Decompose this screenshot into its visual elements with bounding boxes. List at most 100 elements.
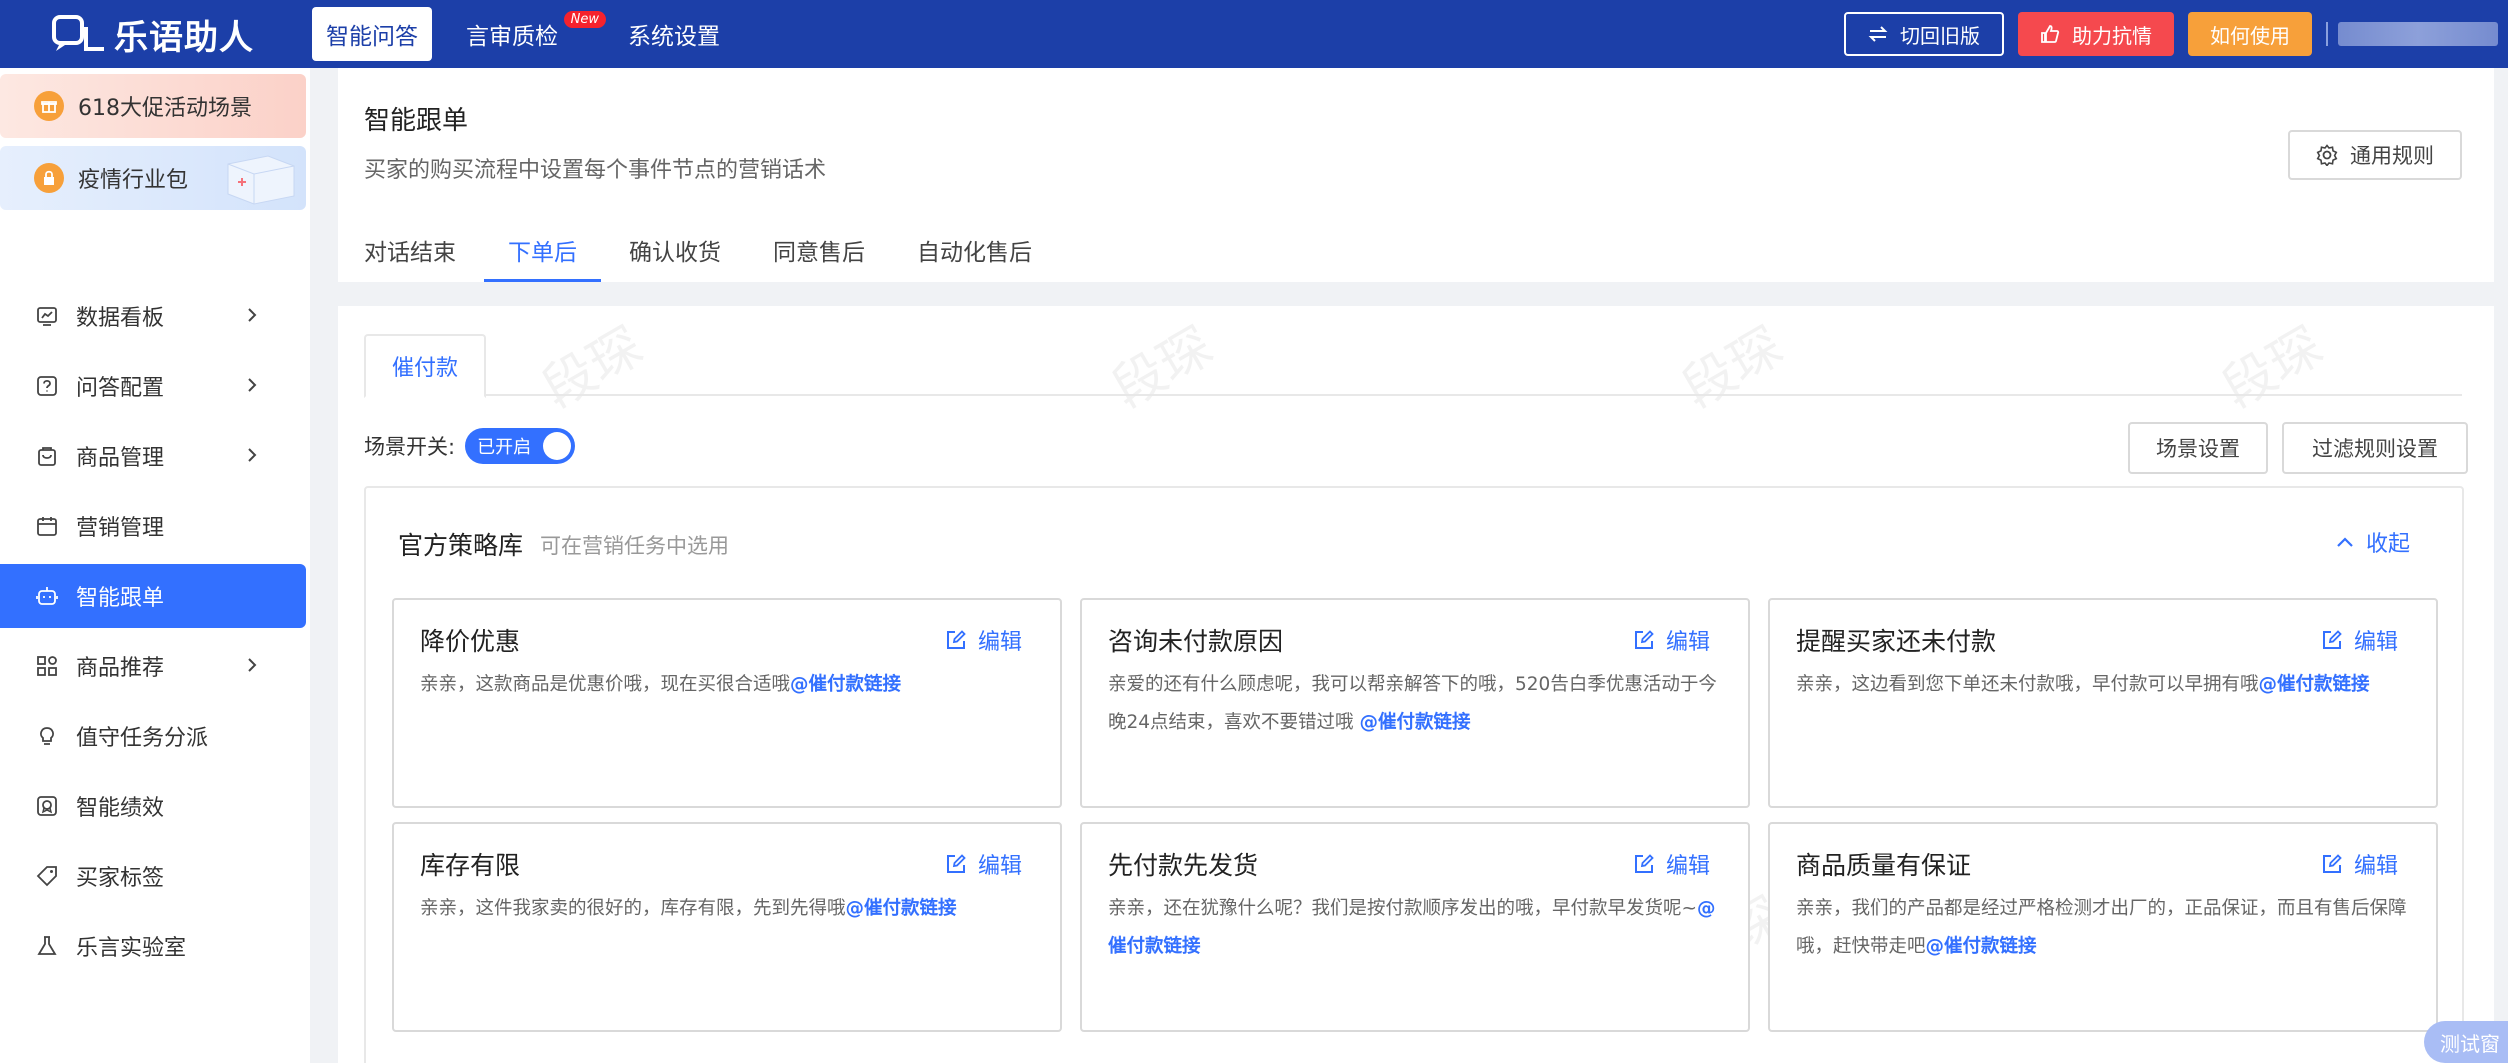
card-title: 库存有限 (420, 851, 521, 880)
payment-link[interactable]: @催付款链接 (846, 898, 957, 919)
sidebar-item-task-dispatch[interactable]: 值守任务分派 (0, 704, 306, 768)
sidebar-item-smart-follow[interactable]: 智能跟单 (0, 564, 306, 628)
card-title: 咨询未付款原因 (1108, 627, 1284, 656)
question-icon (37, 376, 57, 396)
chevron-right-icon (248, 658, 257, 672)
sidebar-item-dashboard[interactable]: 数据看板 (0, 284, 306, 348)
subtab-payment-reminder[interactable]: 催付款 (364, 334, 486, 398)
sidebar-item-lab[interactable]: 乐言实验室 (0, 914, 306, 978)
chevron-up-icon (2337, 537, 2353, 547)
collapse-label: 收起 (2365, 532, 2410, 557)
sidebar-item-label: 数据看板 (76, 306, 165, 331)
scene-settings-button[interactable]: 场景设置 (2128, 422, 2268, 474)
card-text: 亲亲，这款商品是优惠价哦，现在买很合适哦@催付款链接 (420, 666, 1036, 704)
card-text: 亲爱的还有什么顾虑呢，我可以帮亲解答下的哦，520告白季优惠活动于今晚24点结束… (1108, 666, 1724, 742)
tab-confirm-receipt[interactable]: 确认收货 (629, 218, 721, 282)
switch-old-version-button[interactable]: 切回旧版 (1844, 12, 2004, 56)
header-card: 智能跟单 买家的购买流程中设置每个事件节点的营销话术 通用规则 对话结束 下单后… (338, 68, 2494, 282)
card-title: 先付款先发货 (1108, 851, 1259, 880)
edit-button[interactable]: 编辑 (2322, 624, 2398, 656)
strategy-library: 官方策略库 可在营销任务中选用 收起 降价优惠 编辑 亲亲，这款商品是优惠价哦，… (364, 486, 2464, 1063)
top-bar: 乐语助人 智能问答 言审质检 New 系统设置 切回旧版 助力抗情 如何使用 (0, 0, 2508, 68)
edit-button[interactable]: 编辑 (946, 848, 1022, 880)
card-message: 亲亲，这边看到您下单还未付款哦，早付款可以早拥有哦 (1796, 674, 2259, 695)
edit-icon (2322, 630, 2342, 649)
library-title: 官方策略库 (398, 531, 524, 560)
chevron-right-icon (248, 448, 257, 462)
sidebar-item-performance[interactable]: 智能绩效 (0, 774, 306, 838)
edit-icon (1634, 630, 1654, 649)
tab-after-order[interactable]: 下单后 (484, 218, 601, 282)
topnav-label: 系统设置 (628, 24, 720, 50)
sidebar-item-label: 问答配置 (76, 376, 165, 401)
sidebar-item-recommend[interactable]: 商品推荐 (0, 634, 306, 698)
sidebar-item-label: 智能跟单 (76, 586, 165, 611)
payment-link[interactable]: @催付款链接 (1359, 712, 1470, 733)
strategy-card: 商品质量有保证 编辑 亲亲，我们的产品都是经过严格检测才出厂的，正品保证，而且有… (1768, 822, 2438, 1032)
user-account-blurred[interactable] (2338, 22, 2498, 46)
content-card: 段琛 段琛 段琛 段琛 段琛 段琛 段琛 催付款 场景开关: 已开启 场景设置 … (338, 306, 2494, 1063)
lock-icon (34, 163, 64, 193)
edit-button[interactable]: 编辑 (1634, 848, 1710, 880)
logo-text: 乐语助人 (114, 17, 254, 58)
strategy-card: 提醒买家还未付款 编辑 亲亲，这边看到您下单还未付款哦，早付款可以早拥有哦@催付… (1768, 598, 2438, 808)
chevron-right-icon (248, 308, 257, 322)
payment-link[interactable]: @催付款链接 (1926, 936, 2037, 957)
card-message: 亲亲，这件我家卖的很好的，库存有限，先到先得哦 (420, 898, 846, 919)
sidebar-item-buyer-tags[interactable]: 买家标签 (0, 844, 306, 908)
grid-icon (37, 656, 57, 676)
sidebar-item-label: 商品推荐 (76, 656, 165, 681)
edit-label: 编辑 (2353, 854, 2398, 879)
robot-icon (36, 587, 58, 605)
edit-button[interactable]: 编辑 (1634, 624, 1710, 656)
strategy-card: 库存有限 编辑 亲亲，这件我家卖的很好的，库存有限，先到先得哦@催付款链接 (392, 822, 1062, 1032)
filter-rules-button[interactable]: 过滤规则设置 (2282, 422, 2468, 474)
tab-conversation-end[interactable]: 对话结束 (364, 218, 456, 282)
medical-box-icon (227, 155, 295, 205)
edit-button[interactable]: 编辑 (946, 624, 1022, 656)
sidebar-item-product-mgmt[interactable]: 商品管理 (0, 424, 306, 488)
tab-agree-aftersale[interactable]: 同意售后 (773, 218, 865, 282)
logo[interactable]: 乐语助人 (52, 10, 302, 59)
strategy-card: 降价优惠 编辑 亲亲，这款商品是优惠价哦，现在买很合适哦@催付款链接 (392, 598, 1062, 808)
topnav-label: 言审质检 (466, 24, 558, 50)
support-button[interactable]: 助力抗情 (2018, 12, 2174, 56)
sidebar-item-label: 商品管理 (76, 446, 165, 471)
collapse-button[interactable]: 收起 (2336, 526, 2410, 558)
how-to-use-label: 如何使用 (2210, 23, 2290, 48)
sidebar-item-label: 买家标签 (76, 866, 165, 891)
payment-link[interactable]: @催付款链接 (790, 674, 901, 695)
payment-link[interactable]: @催付款链接 (2259, 674, 2370, 695)
swap-icon (1868, 26, 1888, 42)
edit-button[interactable]: 编辑 (2322, 848, 2398, 880)
edit-icon (946, 854, 966, 873)
test-window-button[interactable]: 测试窗 (2424, 1021, 2508, 1063)
topnav-system-settings[interactable]: 系统设置 (614, 7, 734, 61)
calendar-icon (37, 517, 57, 536)
topnav-quality-check[interactable]: 言审质检 New (452, 7, 606, 61)
scene-toggle[interactable]: 已开启 (465, 428, 576, 464)
sidebar-item-label: 乐言实验室 (76, 936, 187, 961)
switch-old-label: 切回旧版 (1900, 23, 1980, 48)
new-badge: New (563, 11, 606, 28)
edit-label: 编辑 (2353, 630, 2398, 655)
card-message: 亲亲，这款商品是优惠价哦，现在买很合适哦 (420, 674, 791, 695)
edit-icon (946, 630, 966, 649)
how-to-use-button[interactable]: 如何使用 (2188, 12, 2312, 56)
logo-icon (52, 13, 106, 55)
promo-label: 618大促活动场景 (78, 96, 252, 121)
medal-icon (37, 796, 57, 816)
topnav-smart-qa[interactable]: 智能问答 (312, 7, 432, 61)
sidebar-item-marketing[interactable]: 营销管理 (0, 494, 306, 558)
support-label: 助力抗情 (2072, 23, 2152, 48)
edit-label: 编辑 (977, 854, 1022, 879)
promo-label: 疫情行业包 (78, 168, 189, 193)
general-rules-button[interactable]: 通用规则 (2288, 130, 2462, 180)
sidebar-item-label: 智能绩效 (76, 796, 165, 821)
promo-618[interactable]: 618大促活动场景 (0, 74, 306, 138)
tab-auto-aftersale[interactable]: 自动化售后 (917, 218, 1032, 282)
sidebar-item-qa-config[interactable]: 问答配置 (0, 354, 306, 418)
promo-epidemic[interactable]: 疫情行业包 (0, 146, 306, 210)
top-nav: 智能问答 言审质检 New 系统设置 (312, 0, 754, 68)
divider (2326, 22, 2328, 46)
